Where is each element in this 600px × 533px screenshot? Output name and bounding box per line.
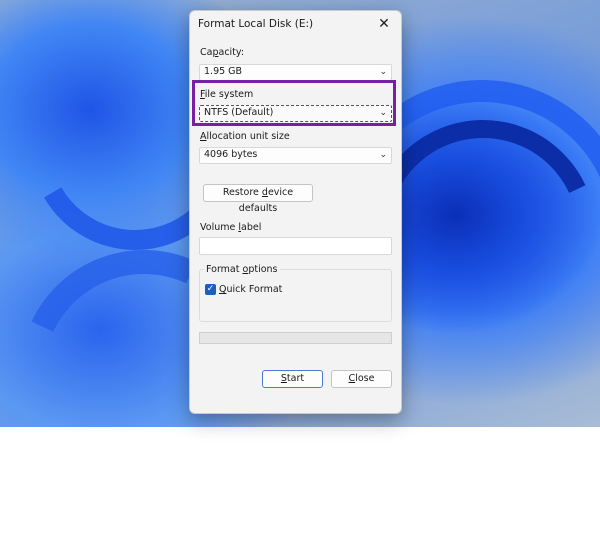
- file-system-highlight-box: [192, 80, 396, 126]
- allocation-label: Allocation unit size: [200, 131, 290, 142]
- capacity-value: 1.95 GB: [204, 66, 243, 77]
- format-options-group: [199, 269, 392, 322]
- volume-label-label: Volume label: [200, 222, 262, 233]
- capacity-dropdown[interactable]: 1.95 GB ⌄: [199, 64, 392, 81]
- capacity-label: Capacity:: [200, 47, 245, 58]
- start-button[interactable]: Start: [262, 370, 323, 388]
- allocation-value: 4096 bytes: [204, 149, 258, 160]
- close-button[interactable]: Close: [331, 370, 392, 388]
- quick-format-checkbox[interactable]: ✓: [205, 284, 216, 295]
- volume-label-input[interactable]: [199, 237, 392, 255]
- format-dialog: Format Local Disk (E:) ✕ Capacity: 1.95 …: [189, 10, 402, 414]
- format-progress-bar: [199, 332, 392, 344]
- dialog-title: Format Local Disk (E:): [198, 18, 314, 30]
- quick-format-label[interactable]: Quick Format: [219, 284, 282, 295]
- title-bar: Format Local Disk (E:) ✕: [190, 11, 401, 39]
- format-options-title: Format options: [204, 264, 280, 275]
- restore-defaults-button[interactable]: Restore device defaults: [203, 184, 313, 214]
- chevron-down-icon: ⌄: [379, 67, 387, 77]
- close-icon[interactable]: ✕: [375, 15, 393, 33]
- allocation-dropdown[interactable]: 4096 bytes ⌄: [199, 147, 392, 164]
- checkmark-icon: ✓: [206, 284, 215, 294]
- chevron-down-icon: ⌄: [379, 150, 387, 160]
